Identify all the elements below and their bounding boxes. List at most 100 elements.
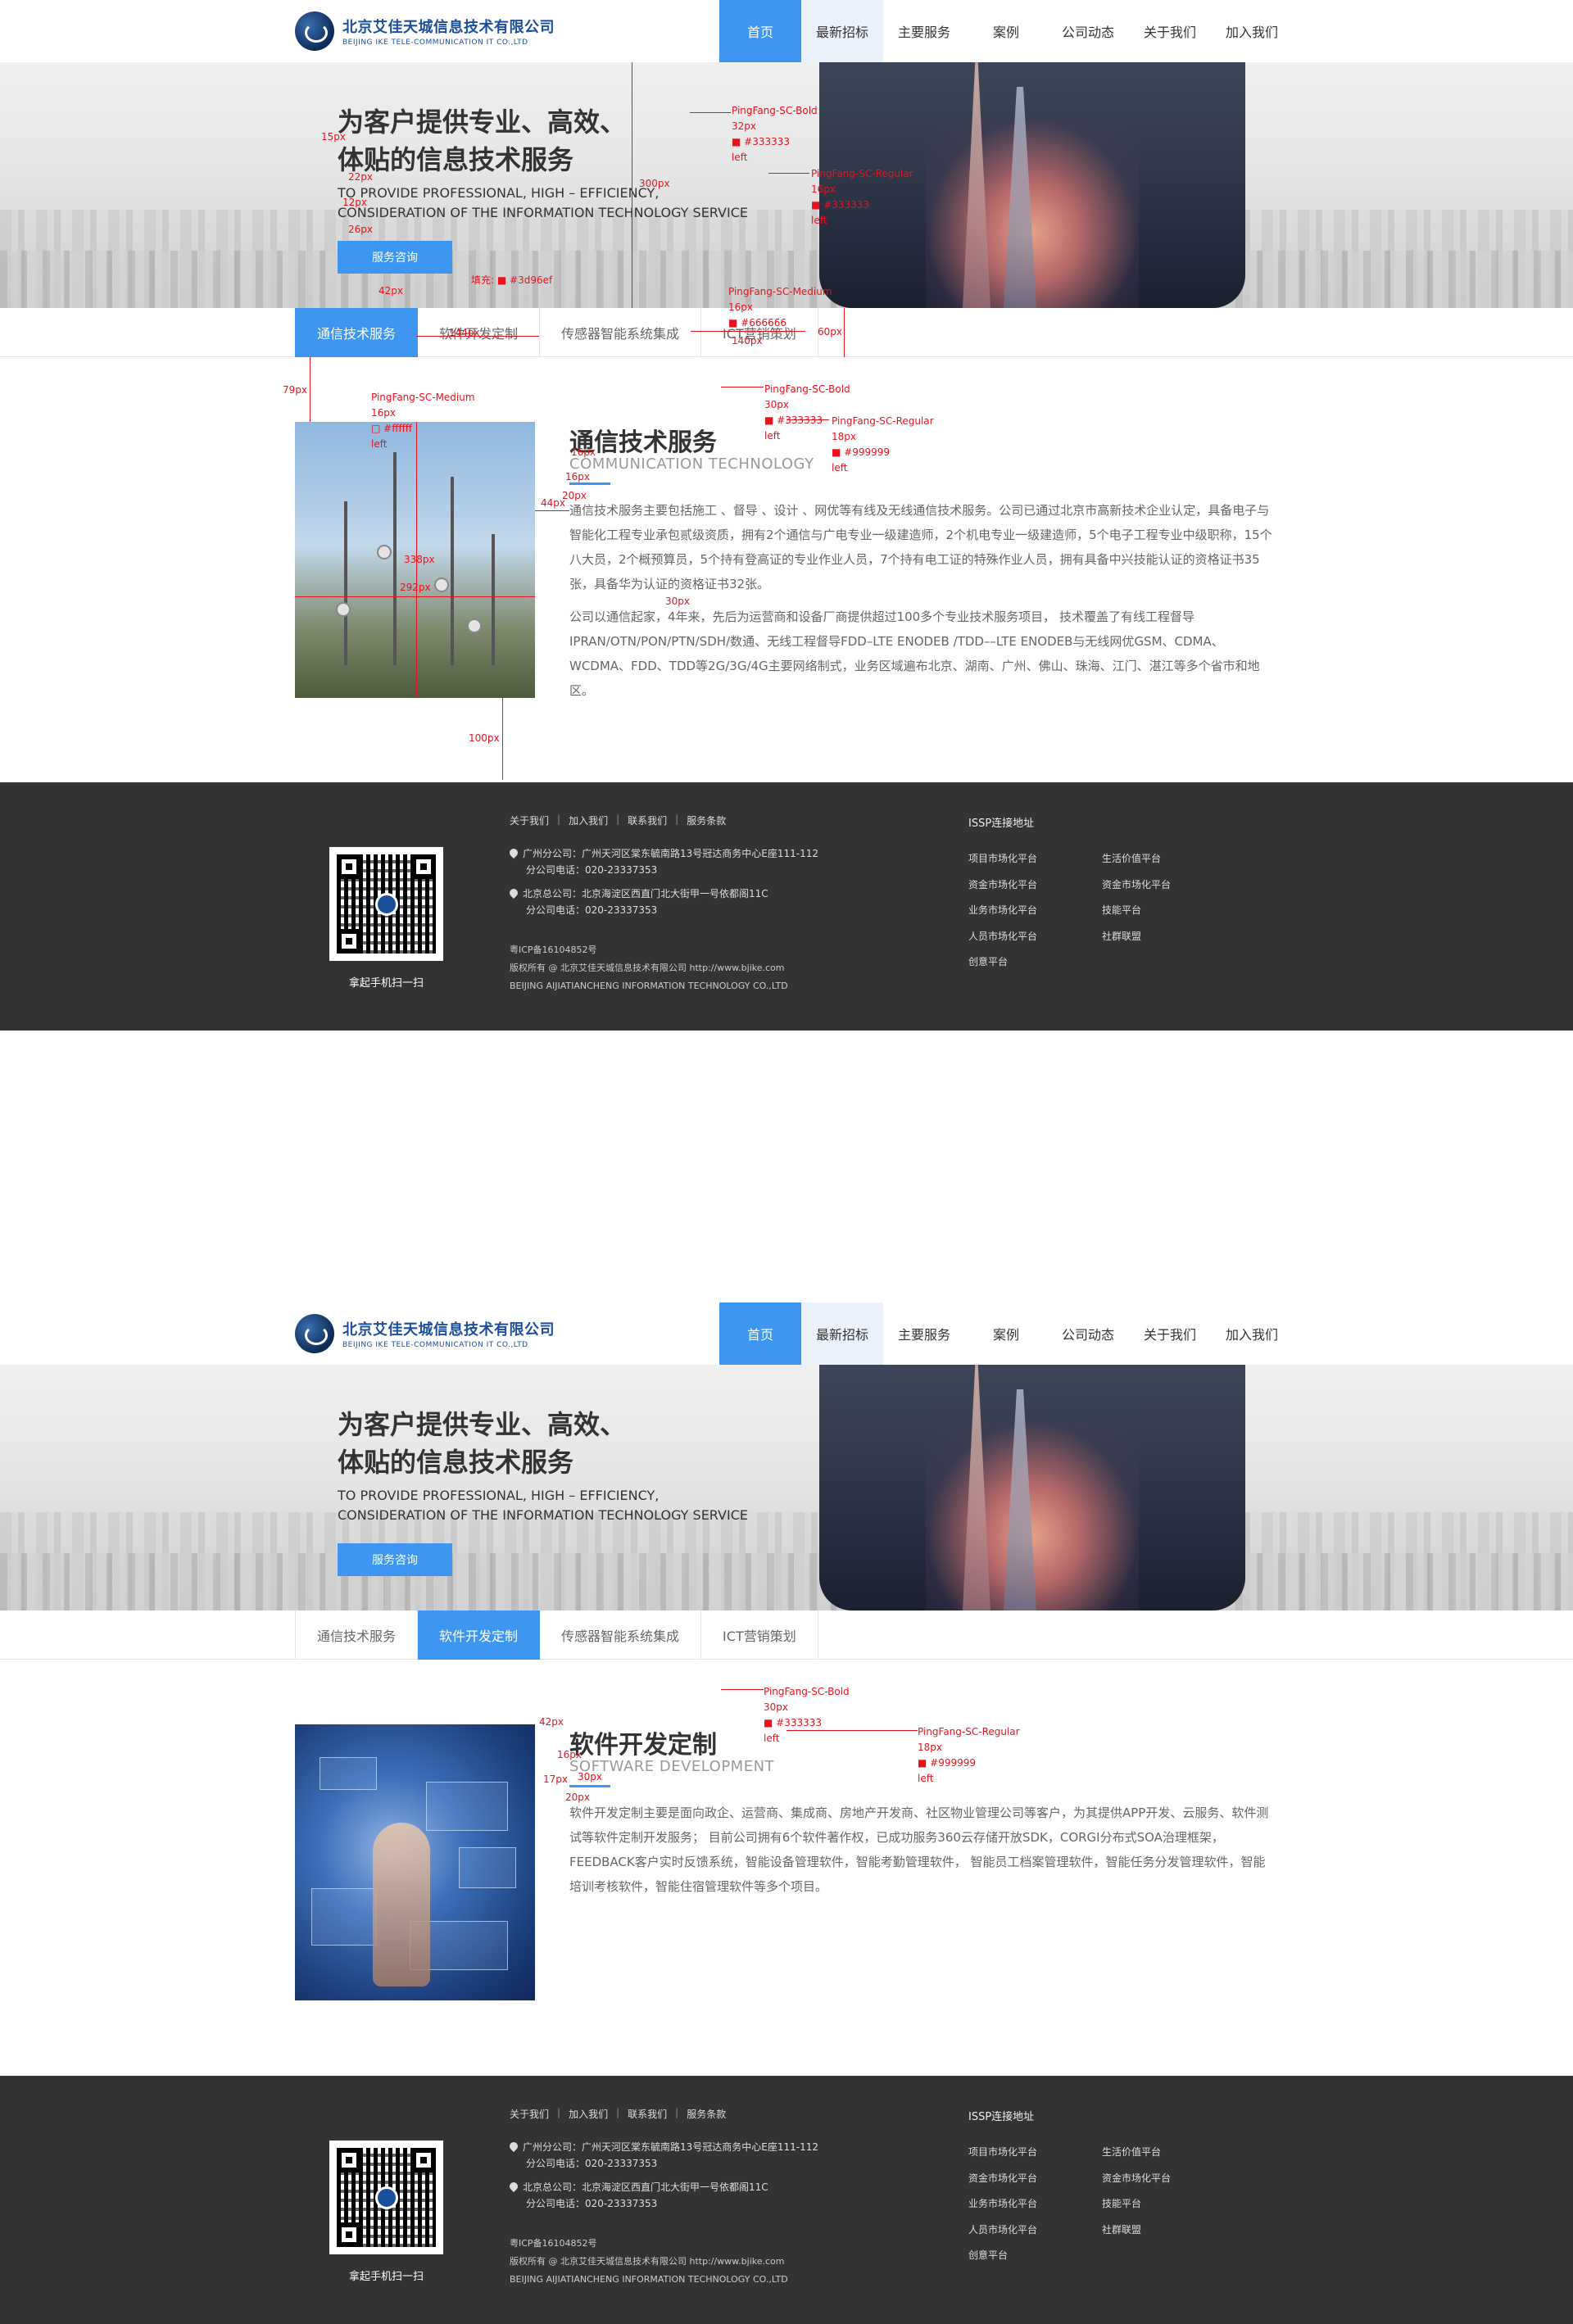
nav-about[interactable]: 关于我们: [1129, 0, 1211, 62]
issp-link[interactable]: 创意平台: [968, 2243, 1037, 2269]
dim-label: 30px: [665, 596, 690, 607]
issp-link[interactable]: 技能平台: [1102, 2191, 1171, 2218]
issp-link[interactable]: 创意平台: [968, 949, 1037, 976]
dim-label: 44px: [541, 497, 565, 509]
logo-name-en: BEIJING IKE TELE-COMMUNICATION IT CO.,LT…: [342, 1341, 528, 1349]
issp-links-col-1: 项目市场化平台 资金市场化平台 业务市场化平台 人员市场化平台 创意平台: [968, 2140, 1037, 2269]
dim-label: 140px: [732, 335, 763, 347]
qr-logo-icon: [375, 893, 398, 916]
issp-links-col-2: 生活价值平台 资金市场化平台 技能平台 社群联盟: [1102, 2140, 1171, 2243]
tab-sensor[interactable]: 传感器智能系统集成: [540, 308, 702, 357]
section-title-en: COMMUNICATION TECHNOLOGY: [569, 455, 814, 473]
nav-join[interactable]: 加入我们: [1211, 1302, 1293, 1365]
nav-home[interactable]: 首页: [719, 0, 801, 62]
dim-label: 20px: [565, 1792, 590, 1803]
issp-title: ISSP连接地址: [968, 818, 1035, 830]
issp-links-col-2: 生活价值平台 资金市场化平台 技能平台 社群联盟: [1102, 846, 1171, 949]
consult-button[interactable]: 服务咨询: [338, 241, 452, 274]
banner-subtitle: TO PROVIDE PROFESSIONAL, HIGH – EFFICIEN…: [338, 1488, 748, 1523]
banner-title: 为客户提供专业、高效、 体贴的信息技术服务: [338, 106, 627, 175]
fill-annotation: 填充: ■ #3d96ef: [471, 274, 553, 286]
nav-latest-bids[interactable]: 最新招标: [801, 0, 883, 62]
address-guangzhou: 广州分公司：广州天河区棠东毓南路13号冠达商务中心E座111-112 分公司电话…: [507, 845, 818, 878]
nav-join[interactable]: 加入我们: [1211, 0, 1293, 62]
issp-link[interactable]: 人员市场化平台: [968, 2218, 1037, 2244]
nav-cases[interactable]: 案例: [965, 0, 1047, 62]
nav-home[interactable]: 首页: [719, 1302, 801, 1365]
section-paragraph-1: 通信技术服务主要包括施工 、督导 、设计 、网优等有线及无线通信技术服务。公司已…: [569, 503, 1272, 591]
site-header: 北京艾佳天城信息技术有限公司 BEIJING IKE TELE-COMMUNIC…: [0, 0, 1573, 62]
issp-link[interactable]: 项目市场化平台: [968, 2140, 1037, 2166]
design-spec-section-1: 北京艾佳天城信息技术有限公司 BEIJING IKE TELE-COMMUNIC…: [0, 0, 1573, 1031]
tab-communication[interactable]: 通信技术服务: [295, 1610, 419, 1660]
dim-label: 20px: [562, 490, 587, 501]
issp-link[interactable]: 业务市场化平台: [968, 898, 1037, 924]
software-touchscreen-image: [295, 1724, 535, 2000]
banner-title: 为客户提供专业、高效、 体贴的信息技术服务: [338, 1409, 627, 1478]
issp-link[interactable]: 业务市场化平台: [968, 2191, 1037, 2218]
dim-label: 22px: [348, 171, 373, 183]
footer-link-terms[interactable]: 服务条款: [687, 2107, 726, 2121]
nav-news[interactable]: 公司动态: [1047, 1302, 1129, 1365]
font-annotation-section-en: PingFang-SC-Regular 18px ■ #999999 left: [832, 415, 934, 473]
nav-main-services[interactable]: 主要服务: [883, 0, 965, 62]
nav-main-services[interactable]: 主要服务: [883, 1302, 965, 1365]
tab-ict[interactable]: ICT营销策划: [701, 1610, 818, 1660]
dim-label: 26px: [348, 224, 373, 235]
location-pin-icon: [507, 2180, 520, 2193]
footer-link-about[interactable]: 关于我们: [510, 813, 549, 827]
company-logo[interactable]: 北京艾佳天城信息技术有限公司 BEIJING IKE TELE-COMMUNIC…: [295, 1313, 555, 1354]
nav-news[interactable]: 公司动态: [1047, 0, 1129, 62]
tab-sensor[interactable]: 传感器智能系统集成: [540, 1610, 702, 1660]
issp-link[interactable]: 生活价值平台: [1102, 2140, 1171, 2166]
footer-link-terms[interactable]: 服务条款: [687, 813, 726, 827]
hero-banner: 为客户提供专业、高效、 体贴的信息技术服务 TO PROVIDE PROFESS…: [0, 1365, 1573, 1610]
issp-link[interactable]: 技能平台: [1102, 898, 1171, 924]
font-annotation-section-title: PingFang-SC-Bold 30px ■ #333333 left: [764, 1686, 850, 1744]
dim-label: 42px: [379, 285, 403, 297]
main-nav: 首页 最新招标 主要服务 案例 公司动态 关于我们 加入我们: [719, 1302, 1293, 1365]
dim-label: 144px: [449, 327, 480, 338]
issp-link[interactable]: 资金市场化平台: [1102, 2166, 1171, 2192]
issp-link[interactable]: 生活价值平台: [1102, 846, 1171, 872]
footer-links: 关于我们 | 加入我们 | 联系我们 | 服务条款: [510, 813, 727, 827]
dim-label: 30px: [578, 1771, 602, 1783]
issp-link[interactable]: 资金市场化平台: [968, 2166, 1037, 2192]
issp-link[interactable]: 社群联盟: [1102, 924, 1171, 950]
footer-link-contact[interactable]: 联系我们: [628, 813, 667, 827]
footer-link-join[interactable]: 加入我们: [569, 813, 608, 827]
logo-name-cn: 北京艾佳天城信息技术有限公司: [342, 1321, 555, 1339]
nav-cases[interactable]: 案例: [965, 1302, 1047, 1365]
qr-caption: 拿起手机扫一扫: [348, 977, 424, 990]
dim-label: 60px: [818, 326, 842, 338]
issp-link[interactable]: 人员市场化平台: [968, 924, 1037, 950]
footer-link-about[interactable]: 关于我们: [510, 2107, 549, 2121]
tab-communication[interactable]: 通信技术服务: [295, 308, 419, 357]
address-beijing: 北京总公司：北京海淀区西直门北大街甲一号依都阁11C 分公司电话：020-233…: [507, 886, 768, 918]
site-header: 北京艾佳天城信息技术有限公司 BEIJING IKE TELE-COMMUNIC…: [0, 1302, 1573, 1365]
dim-label: 15px: [321, 131, 346, 143]
footer-links: 关于我们 | 加入我们 | 联系我们 | 服务条款: [510, 2107, 727, 2121]
design-spec-section-2: 北京艾佳天城信息技术有限公司 BEIJING IKE TELE-COMMUNIC…: [0, 1302, 1573, 2324]
banner-subtitle: TO PROVIDE PROFESSIONAL, HIGH – EFFICIEN…: [338, 185, 748, 220]
dim-label: 338px: [404, 554, 435, 565]
issp-link[interactable]: 资金市场化平台: [1102, 872, 1171, 899]
tab-software[interactable]: 软件开发定制: [418, 1610, 541, 1660]
qr-logo-icon: [375, 2186, 398, 2209]
footer-link-join[interactable]: 加入我们: [569, 2107, 608, 2121]
issp-link[interactable]: 项目市场化平台: [968, 846, 1037, 872]
nav-about[interactable]: 关于我们: [1129, 1302, 1211, 1365]
company-logo[interactable]: 北京艾佳天城信息技术有限公司 BEIJING IKE TELE-COMMUNIC…: [295, 11, 555, 52]
main-nav: 首页 最新招标 主要服务 案例 公司动态 关于我们 加入我们: [719, 0, 1293, 62]
dim-label: 16px: [565, 471, 590, 482]
title-underline: [569, 1785, 610, 1787]
consult-button[interactable]: 服务咨询: [338, 1543, 452, 1576]
service-tabs: 通信技术服务 软件开发定制 传感器智能系统集成 ICT营销策划: [295, 1610, 818, 1660]
footer-link-contact[interactable]: 联系我们: [628, 2107, 667, 2121]
font-annotation-subtitle: PingFang-SC-Regular 16px ■ #333333 left: [811, 168, 913, 226]
logo-name-en: BEIJING IKE TELE-COMMUNICATION IT CO.,LT…: [342, 39, 528, 47]
issp-link[interactable]: 资金市场化平台: [968, 872, 1037, 899]
nav-latest-bids[interactable]: 最新招标: [801, 1302, 883, 1365]
issp-link[interactable]: 社群联盟: [1102, 2218, 1171, 2244]
qr-caption: 拿起手机扫一扫: [348, 2271, 424, 2283]
